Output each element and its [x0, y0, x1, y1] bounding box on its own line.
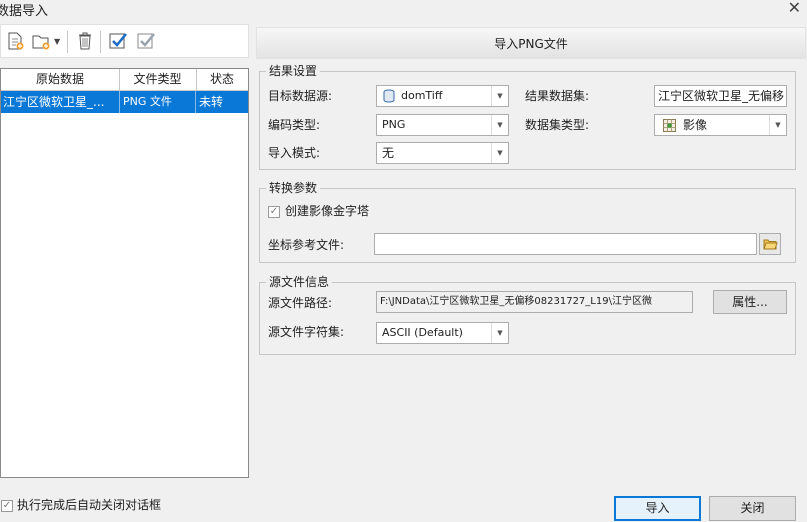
import-button[interactable]: 导入 [614, 496, 701, 521]
result-settings-legend: 结果设置 [266, 64, 321, 78]
close-button[interactable]: 关闭 [709, 496, 796, 521]
chevron-down-icon[interactable]: ▼ [491, 143, 508, 163]
add-folder-icon[interactable] [31, 31, 51, 51]
import-mode-value: 无 [382, 146, 395, 160]
invert-select-icon[interactable] [136, 31, 156, 51]
table-row[interactable]: 江宁区微软卫星_... PNG 文件 未转 [1, 91, 248, 113]
target-datasource-label: 目标数据源: [268, 89, 333, 103]
delete-icon[interactable] [75, 31, 95, 51]
auto-close-checkbox[interactable]: ✓ [1, 500, 13, 512]
source-info-legend: 源文件信息 [266, 275, 333, 289]
dataset-type-value: 影像 [683, 118, 708, 132]
row-source-cell: 江宁区微软卫星_... [3, 91, 120, 113]
datasource-icon [382, 89, 396, 103]
dataset-type-label: 数据集类型: [525, 118, 590, 132]
close-icon[interactable]: ✕ [788, 0, 801, 17]
chevron-down-icon[interactable]: ▼ [769, 115, 786, 135]
toolbar-separator [100, 31, 101, 53]
import-mode-label: 导入模式: [268, 146, 321, 160]
auto-close-label: 执行完成后自动关闭对话框 [17, 498, 162, 512]
source-charset-label: 源文件字符集: [268, 325, 345, 339]
file-list-header: 原始数据 文件类型 状态 [1, 69, 248, 91]
row-type-cell: PNG 文件 [119, 91, 196, 113]
result-dataset-label: 结果数据集: [525, 89, 590, 103]
properties-button[interactable]: 属性... [713, 290, 787, 314]
column-header-status[interactable]: 状态 [196, 69, 248, 90]
target-datasource-value: domTiff [401, 89, 443, 102]
browse-button[interactable] [759, 233, 781, 255]
chevron-down-icon[interactable]: ▼ [491, 323, 508, 343]
encoding-type-select[interactable]: PNG ▼ [376, 114, 509, 136]
coord-ref-label: 坐标参考文件: [268, 238, 345, 252]
chevron-down-icon[interactable]: ▼ [491, 115, 508, 135]
raster-icon [663, 119, 676, 132]
row-status-cell: 未转 [199, 95, 224, 109]
import-mode-select[interactable]: 无 ▼ [376, 142, 509, 164]
source-charset-select[interactable]: ASCII (Default) ▼ [376, 322, 509, 344]
source-path-label: 源文件路径: [268, 296, 333, 310]
result-dataset-value: 江宁区微软卫星_无偏移 [658, 89, 785, 103]
encoding-type-value: PNG [382, 118, 406, 131]
select-all-icon[interactable] [108, 31, 128, 51]
pyramid-checkbox[interactable]: ✓ [268, 206, 280, 218]
panel-title: 导入PNG文件 [256, 27, 806, 59]
chevron-down-icon[interactable]: ▼ [54, 37, 60, 46]
toolbar: ▼ [0, 24, 249, 58]
chevron-down-icon[interactable]: ▼ [491, 86, 508, 106]
column-header-type[interactable]: 文件类型 [119, 69, 197, 90]
target-datasource-select[interactable]: domTiff ▼ [376, 85, 509, 107]
source-path-field[interactable]: F:\JNData\江宁区微软卫星_无偏移08231727_L19\江宁区微 [376, 291, 693, 313]
source-path-value: F:\JNData\江宁区微软卫星_无偏移08231727_L19\江宁区微 [380, 296, 652, 307]
add-file-icon[interactable] [5, 31, 25, 51]
coord-ref-input[interactable] [374, 233, 757, 255]
result-dataset-input[interactable]: 江宁区微软卫星_无偏移 [654, 85, 787, 107]
source-charset-value: ASCII (Default) [382, 326, 463, 339]
column-header-source[interactable]: 原始数据 [1, 69, 120, 90]
dataset-type-select[interactable]: 影像 ▼ [654, 114, 787, 136]
encoding-type-label: 编码类型: [268, 118, 321, 132]
title-bar: 数据导入 ✕ [0, 0, 807, 22]
toolbar-separator [67, 31, 68, 53]
conversion-params-legend: 转换参数 [266, 181, 321, 195]
pyramid-label: 创建影像金字塔 [285, 204, 370, 218]
file-list[interactable]: 原始数据 文件类型 状态 江宁区微软卫星_... PNG 文件 未转 [0, 68, 249, 478]
window-title: 数据导入 [0, 4, 49, 19]
open-folder-icon [763, 237, 778, 251]
